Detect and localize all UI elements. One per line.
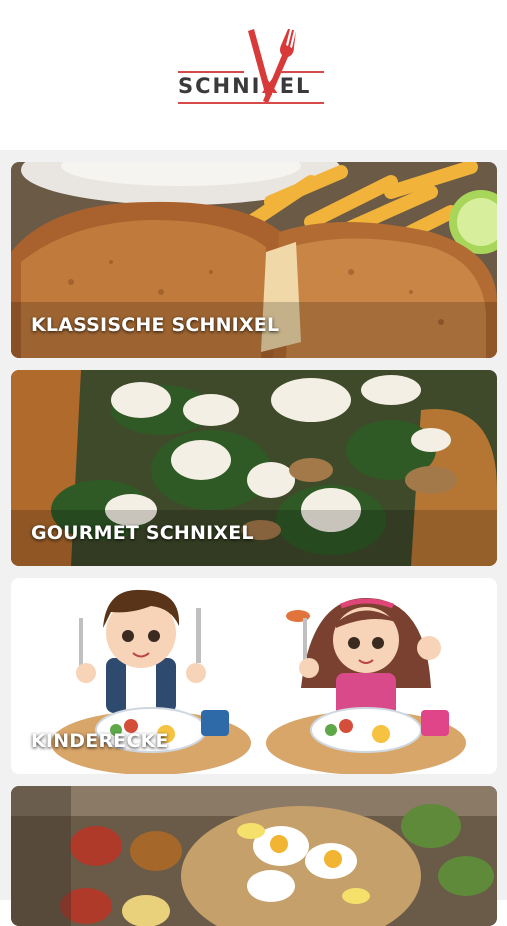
category-list[interactable]: KLASSISCHE SCHNIXEL GOURMET SCHNIXEL KIN…: [0, 150, 507, 926]
brand-logo[interactable]: SCHNIXEL: [170, 25, 330, 115]
logo-text-left: SCHNI: [178, 74, 262, 98]
category-label: KINDERECKE: [31, 730, 169, 752]
category-label: GOURMET SCHNIXEL: [31, 522, 254, 544]
app-header: SCHNIXEL: [0, 0, 507, 150]
logo-text-x: X: [261, 74, 280, 98]
category-card-klassische[interactable]: KLASSISCHE SCHNIXEL: [11, 162, 497, 358]
sharing-platter-photo: [11, 786, 497, 926]
logo-rule-top-right: [280, 71, 324, 73]
category-card-platter[interactable]: [11, 786, 497, 926]
category-label: KLASSISCHE SCHNIXEL: [31, 314, 280, 336]
logo-text-right: EL: [279, 74, 312, 98]
logo-wordmark: SCHNIXEL: [178, 74, 311, 98]
category-card-kinderecke[interactable]: KINDERECKE: [11, 578, 497, 774]
logo-rule-bottom: [178, 102, 324, 104]
logo-rule-top: [178, 71, 244, 73]
category-card-gourmet[interactable]: GOURMET SCHNIXEL: [11, 370, 497, 566]
